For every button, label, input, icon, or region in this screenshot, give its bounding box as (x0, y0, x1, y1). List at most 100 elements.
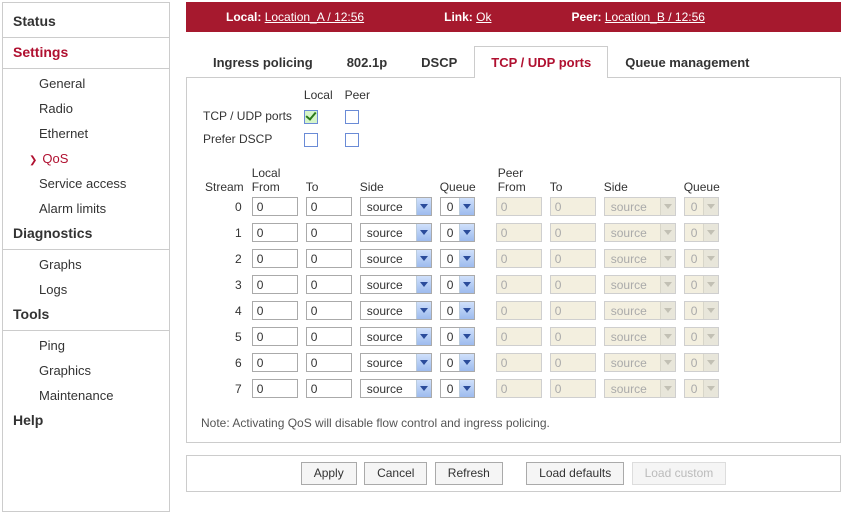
chevron-down-icon (416, 302, 431, 319)
local-from-input[interactable] (252, 223, 298, 242)
local-side-select[interactable]: source (360, 197, 432, 216)
hdr-local-queue: Queue (436, 180, 480, 194)
peer-from-input (496, 197, 542, 216)
nav-ethernet[interactable]: Ethernet (3, 121, 169, 146)
nav-general[interactable]: General (3, 71, 169, 96)
nav-ping[interactable]: Ping (3, 333, 169, 358)
peer-side-select: source (604, 301, 676, 320)
chevron-down-icon (703, 250, 718, 267)
nav-alarm-limits[interactable]: Alarm limits (3, 196, 169, 221)
peer-side-select: source (604, 197, 676, 216)
local-to-input[interactable] (306, 197, 352, 216)
hdr-peer-to: To (546, 180, 600, 194)
local-from-input[interactable] (252, 275, 298, 294)
tab-8021p[interactable]: 802.1p (330, 46, 404, 78)
opt-tcpudp-local-checkbox[interactable] (304, 110, 318, 124)
local-to-input[interactable] (306, 275, 352, 294)
apply-button[interactable]: Apply (301, 462, 357, 485)
local-side-select[interactable]: source (360, 275, 432, 294)
stream-index: 0 (201, 194, 248, 220)
hdr-peer-queue: Queue (680, 180, 724, 194)
local-to-input[interactable] (306, 223, 352, 242)
local-to-input[interactable] (306, 379, 352, 398)
peer-queue-select: 0 (684, 379, 720, 398)
peer-from-input (496, 327, 542, 346)
local-queue-select[interactable]: 0 (440, 223, 476, 242)
local-queue-select[interactable]: 0 (440, 327, 476, 346)
local-from-input[interactable] (252, 197, 298, 216)
status-bar: Local: Location_A / 12:56 Link: Ok Peer:… (186, 2, 841, 32)
nav-status[interactable]: Status (3, 9, 169, 38)
tab-dscp[interactable]: DSCP (404, 46, 474, 78)
stream-index: 5 (201, 324, 248, 350)
local-queue-select[interactable]: 0 (440, 379, 476, 398)
load-defaults-button[interactable]: Load defaults (526, 462, 624, 485)
stream-index: 4 (201, 298, 248, 324)
nav-qos[interactable]: QoS (3, 146, 169, 171)
peer-from-input (496, 223, 542, 242)
status-link-value[interactable]: Ok (476, 10, 491, 24)
peer-to-input (550, 249, 596, 268)
status-peer-label: Peer: (571, 10, 601, 24)
chevron-down-icon (660, 198, 675, 215)
local-to-input[interactable] (306, 249, 352, 268)
chevron-down-icon (459, 380, 474, 397)
local-side-select[interactable]: source (360, 223, 432, 242)
nav-graphs[interactable]: Graphs (3, 252, 169, 277)
stream-row: 0 source 0 source 0 (201, 194, 724, 220)
chevron-down-icon (703, 302, 718, 319)
chevron-down-icon (459, 198, 474, 215)
opt-preferdscp-local-checkbox[interactable] (304, 133, 318, 147)
local-to-input[interactable] (306, 327, 352, 346)
status-peer-value[interactable]: Location_B / 12:56 (605, 10, 705, 24)
local-side-select[interactable]: source (360, 301, 432, 320)
nav-radio[interactable]: Radio (3, 96, 169, 121)
stream-row: 2source0source0 (201, 246, 724, 272)
stream-row: 3source0source0 (201, 272, 724, 298)
local-side-select[interactable]: source (360, 379, 432, 398)
tab-ingress[interactable]: Ingress policing (196, 46, 330, 78)
stream-row: 1source0source0 (201, 220, 724, 246)
peer-from-input (496, 353, 542, 372)
refresh-button[interactable]: Refresh (435, 462, 503, 485)
nav-service-access[interactable]: Service access (3, 171, 169, 196)
peer-side-select: source (604, 275, 676, 294)
nav-tools[interactable]: Tools (3, 302, 169, 331)
nav-logs[interactable]: Logs (3, 277, 169, 302)
peer-queue-select: 0 (684, 223, 720, 242)
chevron-down-icon (660, 224, 675, 241)
local-from-input[interactable] (252, 353, 298, 372)
cancel-button[interactable]: Cancel (364, 462, 427, 485)
local-queue-select[interactable]: 0 (440, 301, 476, 320)
hdr-local-side: Side (356, 180, 436, 194)
nav-maintenance[interactable]: Maintenance (3, 383, 169, 408)
local-to-input[interactable] (306, 353, 352, 372)
streams-table: Local Peer Stream From To Side Queue Fro… (201, 166, 724, 402)
hdr-peer-from: From (480, 180, 546, 194)
local-from-input[interactable] (252, 327, 298, 346)
local-side-select[interactable]: source (360, 353, 432, 372)
nav-help[interactable]: Help (3, 408, 169, 436)
local-queue-select[interactable]: 0 (440, 197, 476, 216)
nav-settings[interactable]: Settings (3, 40, 169, 69)
hdr-group-peer: Peer (480, 166, 724, 180)
local-from-input[interactable] (252, 301, 298, 320)
panel-tcpudp: Local Peer TCP / UDP ports Prefer DSCP (186, 78, 841, 443)
local-to-input[interactable] (306, 301, 352, 320)
local-from-input[interactable] (252, 379, 298, 398)
tab-tcpudp[interactable]: TCP / UDP ports (474, 46, 608, 78)
opt-tcpudp-peer-checkbox[interactable] (345, 110, 359, 124)
local-queue-select[interactable]: 0 (440, 275, 476, 294)
stream-row: 7source0source0 (201, 376, 724, 402)
tab-queue-mgmt[interactable]: Queue management (608, 46, 766, 78)
opt-preferdscp-peer-checkbox[interactable] (345, 133, 359, 147)
local-side-select[interactable]: source (360, 327, 432, 346)
status-local-value[interactable]: Location_A / 12:56 (265, 10, 364, 24)
local-side-select[interactable]: source (360, 249, 432, 268)
local-queue-select[interactable]: 0 (440, 353, 476, 372)
local-from-input[interactable] (252, 249, 298, 268)
nav-graphics[interactable]: Graphics (3, 358, 169, 383)
nav-diagnostics[interactable]: Diagnostics (3, 221, 169, 250)
peer-queue-select: 0 (684, 197, 720, 216)
local-queue-select[interactable]: 0 (440, 249, 476, 268)
